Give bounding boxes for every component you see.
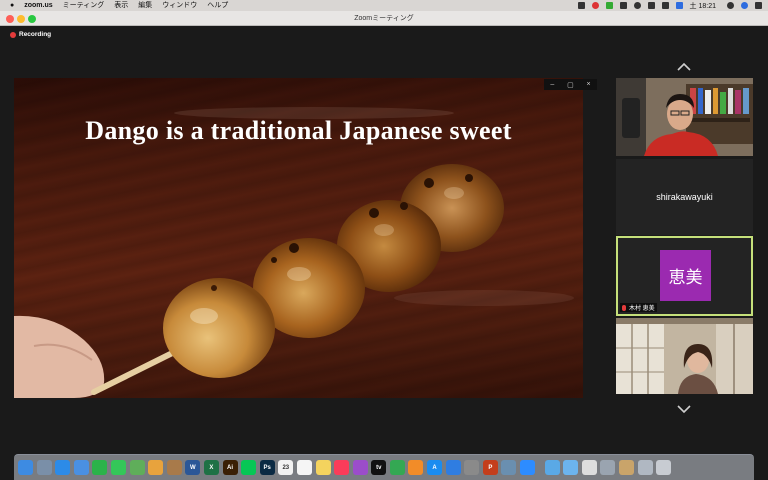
reminders-icon[interactable] <box>296 460 312 475</box>
notes-icon[interactable] <box>315 460 331 475</box>
participant-name: 木村 恵美 <box>629 306 655 312</box>
calendar-icon[interactable]: 23 <box>278 460 294 475</box>
record-icon[interactable] <box>591 2 599 9</box>
preview-icon[interactable] <box>501 460 517 475</box>
apple-icon[interactable]: ● <box>10 2 14 9</box>
shared-screen[interactable]: Dango is a traditional Japanese sweet <box>14 78 583 398</box>
document-icon[interactable] <box>581 460 597 475</box>
battery-icon[interactable] <box>661 2 669 9</box>
folder-icon[interactable] <box>544 460 560 475</box>
window-title: Zoomミーティング <box>354 15 414 22</box>
recording-indicator[interactable]: Recording <box>10 31 51 38</box>
menu-help[interactable]: ヘルプ <box>207 0 228 11</box>
participant-video-woman <box>616 318 753 394</box>
shared-screen-title: Dango is a traditional Japanese sweet <box>85 116 512 145</box>
line-icon[interactable] <box>605 2 613 9</box>
photos-icon[interactable] <box>148 460 164 475</box>
sound-icon[interactable] <box>647 2 655 9</box>
music-icon[interactable] <box>334 460 350 475</box>
facetime-icon[interactable] <box>92 460 108 475</box>
tv-icon[interactable]: tv <box>371 460 387 475</box>
downloads-icon[interactable] <box>563 460 579 475</box>
participant-namebar: 木村 恵美 <box>620 303 657 312</box>
pages-icon[interactable] <box>408 460 424 475</box>
participant-tile-2[interactable]: shirakawayuki <box>616 159 753 235</box>
photoshop-icon[interactable]: Ps <box>259 460 275 475</box>
screenshot-icon[interactable] <box>600 460 616 475</box>
window-titlebar: Zoomミーティング <box>0 11 768 26</box>
spotlight-icon[interactable] <box>727 2 734 9</box>
menubar-clock[interactable]: 土 18:21 <box>690 1 716 11</box>
control-center-icon[interactable] <box>755 2 762 9</box>
menu-meeting[interactable]: ミーティング <box>63 0 105 11</box>
excel-icon[interactable]: X <box>203 460 219 475</box>
share-minimize-icon[interactable]: – <box>550 81 554 88</box>
participant-video-1[interactable] <box>616 78 753 156</box>
system-preferences-icon[interactable] <box>464 460 480 475</box>
line-icon[interactable] <box>241 460 257 475</box>
menu-edit[interactable]: 編集 <box>138 0 152 11</box>
trash-icon[interactable] <box>656 460 672 475</box>
app-store-icon[interactable]: A <box>427 460 443 475</box>
maps-icon[interactable] <box>129 460 145 475</box>
participant-name: shirakawayuki <box>656 192 713 202</box>
mail-icon[interactable] <box>73 460 89 475</box>
window-icon[interactable] <box>637 460 653 475</box>
participant-tile-active-speaker[interactable]: 恵美 木村 恵美 <box>616 236 753 316</box>
menubar: ● zoom.us ミーティング 表示 編集 ウィンドウ ヘルプ 土 18:21 <box>0 0 768 11</box>
wifi-icon[interactable] <box>633 2 641 9</box>
participant-video-4[interactable] <box>616 318 753 394</box>
macos-dock: W X Ai Ps 23 tv A P <box>14 454 754 480</box>
finder-icon[interactable] <box>18 460 33 475</box>
illustrator-icon[interactable]: Ai <box>222 460 238 475</box>
chevron-down-icon[interactable] <box>676 404 692 414</box>
menu-window[interactable]: ウィンドウ <box>162 0 197 11</box>
numbers-icon[interactable] <box>389 460 405 475</box>
image-icon[interactable] <box>619 460 634 475</box>
menu-view[interactable]: 表示 <box>114 0 128 11</box>
flag-icon[interactable] <box>675 2 683 9</box>
recording-label: Recording <box>19 31 52 38</box>
mic-muted-icon <box>622 304 626 311</box>
share-restore-icon[interactable]: ▢ <box>567 81 574 89</box>
word-icon[interactable]: W <box>185 460 201 475</box>
shared-screen-controls: – ▢ × <box>544 79 597 90</box>
safari-icon[interactable] <box>55 460 71 475</box>
siri-icon[interactable] <box>741 2 748 9</box>
dropbox-icon[interactable] <box>577 2 585 9</box>
participant-avatar: 恵美 <box>660 250 711 301</box>
podcasts-icon[interactable] <box>352 460 368 475</box>
menubar-status-area: 土 18:21 <box>571 0 768 11</box>
zoom-icon[interactable] <box>520 460 536 475</box>
participant-video-man <box>616 78 753 156</box>
launchpad-icon[interactable] <box>36 460 52 475</box>
contacts-icon[interactable] <box>166 460 182 475</box>
share-close-icon[interactable]: × <box>586 81 590 88</box>
screen-icon[interactable] <box>619 2 627 9</box>
keynote-icon[interactable] <box>445 460 461 475</box>
messages-icon[interactable] <box>110 460 126 475</box>
recording-dot-icon <box>10 31 16 38</box>
menu-app-name[interactable]: zoom.us <box>24 0 52 11</box>
zoom-meeting-area: Recording Dango is a traditional Japanes… <box>0 26 768 454</box>
powerpoint-icon[interactable]: P <box>482 460 498 475</box>
chevron-up-icon[interactable] <box>676 62 692 72</box>
